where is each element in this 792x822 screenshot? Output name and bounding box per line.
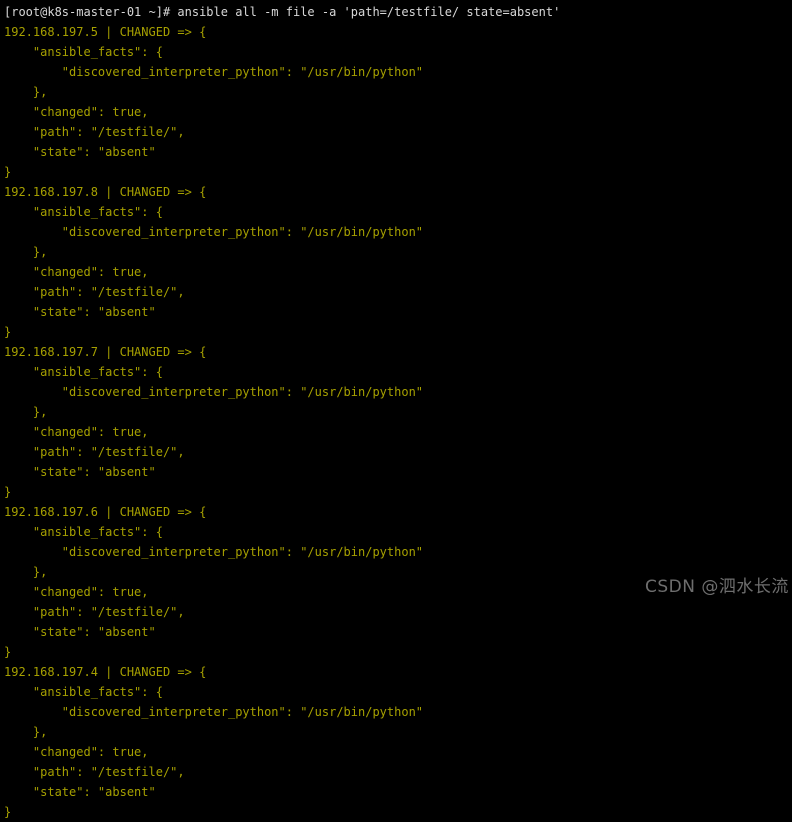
terminal-output-line: "state": "absent": [4, 145, 156, 159]
terminal-output-line: "state": "absent": [4, 305, 156, 319]
terminal-output-line: "state": "absent": [4, 625, 156, 639]
terminal-output-line: "discovered_interpreter_python": "/usr/b…: [4, 65, 424, 79]
terminal-output-line: "state": "absent": [4, 465, 156, 479]
terminal-output-line: "path": "/testfile/",: [4, 285, 185, 299]
terminal-output-line: "ansible_facts": {: [4, 365, 163, 379]
terminal-output-line: "changed": true,: [4, 745, 149, 759]
terminal-output-line: "state": "absent": [4, 785, 156, 799]
terminal-output-line: 192.168.197.6 | CHANGED => {: [4, 505, 207, 519]
terminal-output-line: },: [4, 405, 48, 419]
csdn-watermark: CSDN @泗水长流: [645, 577, 789, 597]
terminal-output-line: 192.168.197.5 | CHANGED => {: [4, 25, 207, 39]
terminal-output-line: "ansible_facts": {: [4, 45, 163, 59]
terminal-prompt-line: [root@k8s-master-01 ~]# ansible all -m f…: [4, 5, 561, 19]
terminal-output-line: "path": "/testfile/",: [4, 765, 185, 779]
terminal-output-line: 192.168.197.7 | CHANGED => {: [4, 345, 207, 359]
terminal-output-line: "ansible_facts": {: [4, 525, 163, 539]
terminal-output-line: "path": "/testfile/",: [4, 125, 185, 139]
terminal-output-line: "ansible_facts": {: [4, 685, 163, 699]
terminal-output-line: "changed": true,: [4, 425, 149, 439]
terminal-output-line: }: [4, 325, 12, 339]
terminal-output-line: "changed": true,: [4, 105, 149, 119]
terminal-output-line: "discovered_interpreter_python": "/usr/b…: [4, 705, 424, 719]
terminal-output-line: 192.168.197.8 | CHANGED => {: [4, 185, 207, 199]
terminal-output-line: "discovered_interpreter_python": "/usr/b…: [4, 545, 424, 559]
terminal-output-line: },: [4, 85, 48, 99]
terminal-output-line: "path": "/testfile/",: [4, 445, 185, 459]
terminal-output-line: }: [4, 645, 12, 659]
terminal-output-line: }: [4, 485, 12, 499]
terminal-output-line: },: [4, 245, 48, 259]
terminal-output-line: }: [4, 805, 12, 819]
terminal-output-line: "ansible_facts": {: [4, 205, 163, 219]
terminal-output-line: "discovered_interpreter_python": "/usr/b…: [4, 225, 424, 239]
terminal-output-line: "discovered_interpreter_python": "/usr/b…: [4, 385, 424, 399]
terminal-output-line: },: [4, 725, 48, 739]
terminal-output-line: "changed": true,: [4, 265, 149, 279]
terminal-output-line: 192.168.197.4 | CHANGED => {: [4, 665, 207, 679]
terminal-output-line: }: [4, 165, 12, 179]
terminal-output-line: "path": "/testfile/",: [4, 605, 185, 619]
terminal-output[interactable]: [root@k8s-master-01 ~]# ansible all -m f…: [0, 0, 792, 819]
